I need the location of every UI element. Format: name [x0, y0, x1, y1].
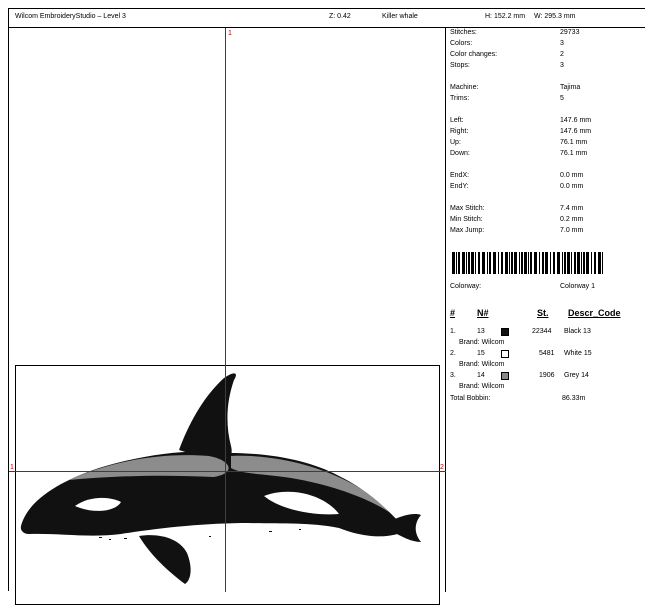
- barcode-bar: [511, 252, 513, 274]
- design-name: Killer whale: [382, 13, 418, 20]
- barcode-bar: [567, 252, 570, 274]
- col-header-description: Descr_Code: [568, 308, 621, 318]
- stat-row: Stitches: 29733: [450, 29, 580, 36]
- barcode-bar: [564, 252, 566, 274]
- stat-row: Colors: 3: [450, 40, 564, 47]
- design-height: H: 152.2 mm: [485, 13, 526, 20]
- header-bar: Wilcom EmbroideryStudio – Level 3 Z: 0.4…: [9, 9, 645, 28]
- barcode: [452, 252, 603, 274]
- stat-row: EndY: 0.0 mm: [450, 183, 584, 190]
- barcode-bar: [509, 252, 510, 274]
- app-title: Wilcom EmbroideryStudio – Level 3: [15, 13, 126, 20]
- design-info-panel: Stitches: 29733 Colors: 3 Color changes: 2 …: [446, 28, 645, 592]
- barcode-bar: [528, 252, 529, 274]
- col-header-stitches: St.: [537, 308, 549, 318]
- zoom-level: Z: 0.42: [329, 13, 351, 20]
- thread-swatch: [501, 372, 509, 380]
- vertical-center-guide: [225, 28, 226, 592]
- barcode-bar: [471, 252, 474, 274]
- stat-row: Color changes: 2: [450, 51, 564, 58]
- barcode-bar: [583, 252, 585, 274]
- barcode-bar: [468, 252, 470, 274]
- color-row: 2. 15 5481 White 15 Brand: Wilcom: [450, 350, 592, 368]
- barcode-bar: [493, 252, 496, 274]
- stat-row: Machine: Tajima: [450, 84, 581, 91]
- barcode-bar: [519, 252, 520, 274]
- thread-swatch: [501, 350, 509, 358]
- stat-row: Right: 147.6 mm: [450, 128, 592, 135]
- worksheet-page: Wilcom EmbroideryStudio – Level 3 Z: 0.4…: [8, 8, 645, 605]
- barcode-bar: [458, 252, 460, 274]
- barcode-bar: [487, 252, 488, 274]
- orca-dorsal-fin: [179, 373, 236, 462]
- stat-row: EndX: 0.0 mm: [450, 172, 584, 179]
- barcode-bar: [452, 252, 455, 274]
- barcode-bar: [539, 252, 540, 274]
- stat-row: Min Stitch: 0.2 mm: [450, 216, 584, 223]
- barcode-bar: [586, 252, 589, 274]
- barcode-bar: [498, 252, 499, 274]
- barcode-bar: [524, 252, 527, 274]
- total-bobbin-row: Total Bobbin: 86.33m: [450, 395, 586, 402]
- barcode-bar: [571, 252, 572, 274]
- stat-row: Max Stitch: 7.4 mm: [450, 205, 584, 212]
- barcode-bar: [482, 252, 485, 274]
- barcode-bar: [542, 252, 544, 274]
- stat-row: Max Jump: 7.0 mm: [450, 227, 584, 234]
- col-header-number: N#: [477, 308, 489, 318]
- barcode-bar: [521, 252, 523, 274]
- barcode-bar: [514, 252, 517, 274]
- barcode-bar: [489, 252, 491, 274]
- horizontal-center-guide: [9, 471, 446, 472]
- guide-marker-right: 2: [440, 464, 444, 471]
- barcode-bar: [462, 252, 465, 274]
- barcode-bar: [581, 252, 582, 274]
- barcode-bar: [602, 252, 603, 274]
- stat-row: Down: 76.1 mm: [450, 150, 588, 157]
- stat-row: Trims: 5: [450, 95, 564, 102]
- barcode-bar: [591, 252, 592, 274]
- barcode-bar: [562, 252, 563, 274]
- guide-marker-left: 1: [10, 464, 14, 471]
- design-width: W: 295.3 mm: [534, 13, 576, 20]
- color-row: 3. 14 1906 Grey 14 Brand: Wilcom: [450, 372, 589, 390]
- colorway-row: Colorway: Colorway 1: [450, 283, 596, 290]
- barcode-bar: [577, 252, 580, 274]
- barcode-bar: [478, 252, 480, 274]
- orca-design: [20, 373, 421, 584]
- design-canvas[interactable]: 1 1 2: [9, 28, 446, 605]
- guide-marker-top: 1: [228, 30, 232, 37]
- barcode-bar: [557, 252, 560, 274]
- barcode-bar: [501, 252, 503, 274]
- barcode-bar: [534, 252, 537, 274]
- barcode-bar: [550, 252, 551, 274]
- barcode-bar: [530, 252, 532, 274]
- col-header-index: #: [450, 308, 456, 318]
- stat-row: Stops: 3: [450, 62, 564, 69]
- barcode-bar: [598, 252, 601, 274]
- barcode-bar: [466, 252, 467, 274]
- color-row: 1. 13 22344 Black 13 Brand: Wilcom: [450, 328, 591, 346]
- thread-swatch: [501, 328, 509, 336]
- barcode-bar: [545, 252, 548, 274]
- barcode-bar: [594, 252, 596, 274]
- stat-row: Left: 147.6 mm: [450, 117, 592, 124]
- barcode-bar: [456, 252, 457, 274]
- barcode-bar: [553, 252, 555, 274]
- stat-row: Up: 76.1 mm: [450, 139, 588, 146]
- orca-pectoral-fin: [139, 535, 191, 584]
- barcode-bar: [505, 252, 508, 274]
- barcode-bar: [475, 252, 476, 274]
- barcode-bar: [574, 252, 576, 274]
